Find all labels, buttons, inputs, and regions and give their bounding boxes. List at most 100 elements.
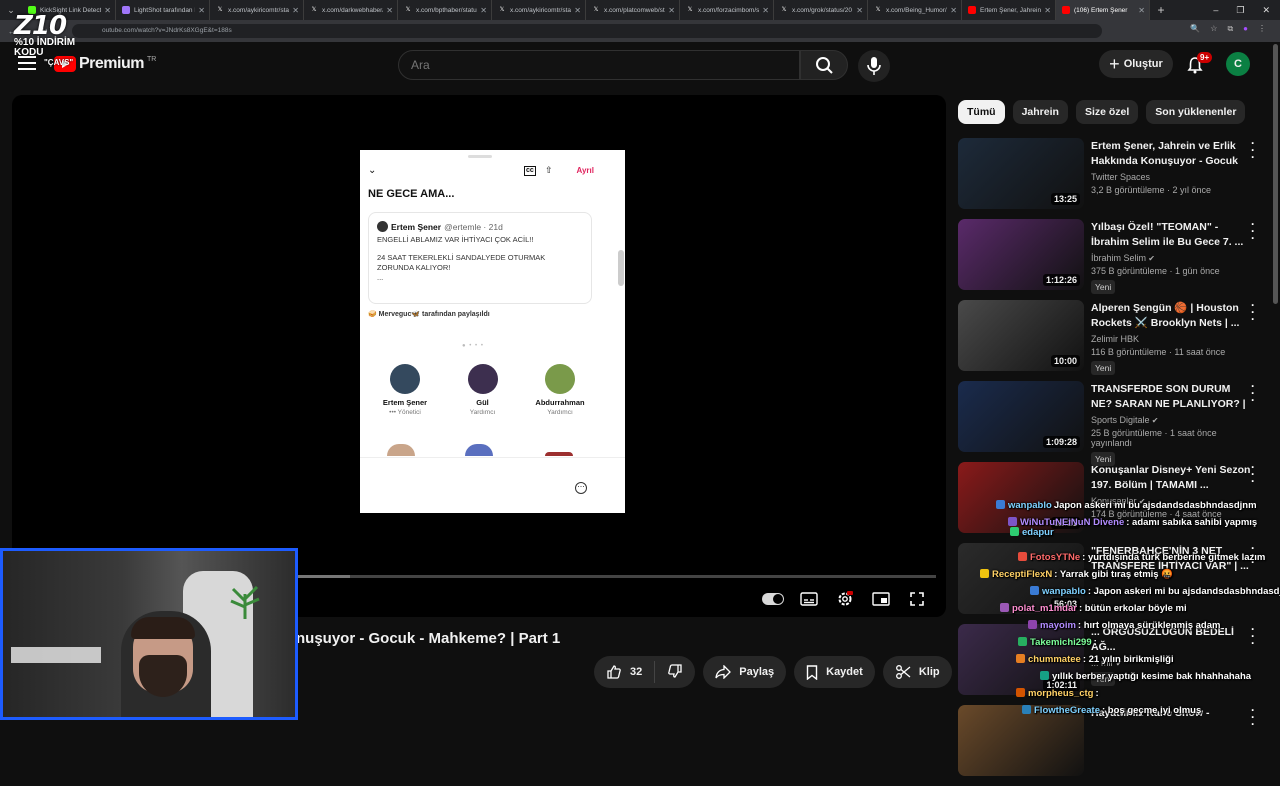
video-menu-icon[interactable]: · · · <box>1250 461 1256 487</box>
recommended-video[interactable]: 13:25 Ertem Şener, Jahrein ve Erlik Hakkı… <box>958 137 1268 219</box>
account-avatar[interactable]: C <box>1226 52 1250 76</box>
close-tab-icon[interactable]: ✕ <box>386 6 393 15</box>
video-menu-icon[interactable]: · · · <box>1250 137 1256 163</box>
share-icon <box>715 665 732 679</box>
close-tab-icon[interactable]: ✕ <box>762 6 769 15</box>
fullscreen-button[interactable] <box>906 590 928 608</box>
video-title[interactable]: Yılbaşı Özel! "TEOMAN" - İbrahim Selim i… <box>1091 220 1251 250</box>
maximize-icon[interactable]: ❐ <box>1236 5 1244 16</box>
video-menu-icon[interactable]: · · · <box>1250 299 1256 325</box>
browser-tab[interactable]: 𝕏x.com/platcomweb/sta ✕ <box>586 0 680 20</box>
speaker-avatar-partial <box>545 452 573 456</box>
video-thumbnail[interactable]: 10:00 <box>958 300 1084 371</box>
collapse-chevron-icon[interactable]: ⌄ <box>368 165 376 176</box>
close-tab-icon[interactable]: ✕ <box>104 6 111 15</box>
chat-message: mayoim: hırt olmaya sürüklenmiş adam <box>1028 620 1220 631</box>
video-title[interactable]: TRANSFERDE SON DURUM NE? SARAN NE PLANLI… <box>1091 382 1251 412</box>
video-thumbnail[interactable]: 13:25 <box>958 138 1084 209</box>
search-input[interactable] <box>411 58 771 72</box>
progress-bar[interactable] <box>296 575 936 578</box>
new-tab-icon[interactable]: + <box>1150 3 1172 17</box>
extensions-icon[interactable]: ⧉ <box>1227 24 1233 34</box>
video-thumbnail[interactable]: 1:12:26 <box>958 219 1084 290</box>
speaker[interactable]: Ertem Şener ••• Yönetici <box>370 364 440 416</box>
save-button[interactable]: Kaydet <box>794 656 875 688</box>
speaker[interactable]: Abdurrahman Yardımcı <box>525 364 595 416</box>
filter-chip[interactable]: Size özel <box>1075 100 1139 124</box>
close-tab-icon[interactable]: ✕ <box>950 6 957 15</box>
video-duration: 10:00 <box>1050 355 1080 367</box>
address-bar-row: ← → ↻ outube.com/watch?v=JNdrKs8XGgE&t=1… <box>0 20 1280 42</box>
create-button[interactable]: + Oluştur <box>1099 50 1173 78</box>
browser-tab[interactable]: 𝕏x.com/Being_Humor/s ✕ <box>868 0 962 20</box>
chat-username: wanpablo <box>1008 500 1052 511</box>
minimize-icon[interactable]: – <box>1213 5 1218 15</box>
video-title[interactable]: Alperen Şengün 🏀 | Houston Rockets ⚔️ Br… <box>1091 301 1251 331</box>
close-window-icon[interactable]: ✕ <box>1262 5 1270 16</box>
more-options-icon[interactable]: ⋯ <box>575 482 587 494</box>
chat-username: FlowtheGreate <box>1034 705 1100 716</box>
close-tab-icon[interactable]: ✕ <box>480 6 487 15</box>
filter-chip[interactable]: Jahrein <box>1012 100 1068 124</box>
tweet-author: Ertem Şener <box>391 221 442 232</box>
channel-name[interactable]: İbrahim Selim <box>1091 253 1146 263</box>
browser-tab[interactable]: LightShot tarafından E ✕ <box>116 0 210 20</box>
share-up-icon[interactable]: ⇧ <box>545 165 553 176</box>
leave-button[interactable]: Ayrıl <box>577 166 595 175</box>
like-count: 32 <box>630 666 643 678</box>
dislike-button[interactable] <box>667 663 683 682</box>
profile-icon[interactable]: ● <box>1243 24 1248 34</box>
settings-button[interactable] <box>834 590 856 608</box>
recommended-video[interactable]: 1:12:26 Yılbaşı Özel! "TEOMAN" - İbrahim … <box>958 218 1268 300</box>
speaker[interactable]: Gül Yardımcı <box>448 364 518 416</box>
video-title[interactable]: Ertem Şener, Jahrein ve Erlik Hakkında K… <box>1091 139 1251 169</box>
like-button[interactable]: 32 <box>606 664 642 680</box>
thumbs-up-icon <box>607 665 621 679</box>
browser-tab[interactable]: Ertem Şener, Jahrein v ✕ <box>962 0 1056 20</box>
close-tab-icon[interactable]: ✕ <box>292 6 299 15</box>
video-menu-icon[interactable]: · · · <box>1250 380 1256 406</box>
browser-tab[interactable]: 𝕏x.com/darkwebhaber/st ✕ <box>304 0 398 20</box>
filter-chip[interactable]: Tümü <box>958 100 1005 124</box>
bookmark-star-icon[interactable]: ☆ <box>1210 24 1217 34</box>
channel-name[interactable]: Zelimir HBK <box>1091 334 1139 344</box>
filter-chip[interactable]: Son yüklenenler <box>1146 100 1246 124</box>
search-button[interactable] <box>800 50 848 80</box>
video-meta: TRANSFERDE SON DURUM NE? SARAN NE PLANLI… <box>1091 382 1251 467</box>
video-menu-icon[interactable]: · · · <box>1250 218 1256 244</box>
browser-menu-icon[interactable]: ⋮ <box>1258 24 1266 34</box>
chat-badge-icon <box>1016 654 1025 663</box>
browser-tab[interactable]: 𝕏x.com/forzacimbom/s ✕ <box>680 0 774 20</box>
recommended-video[interactable]: 1:09:28 TRANSFERDE SON DURUM NE? SARAN NE… <box>958 380 1268 466</box>
close-tab-icon[interactable]: ✕ <box>1044 6 1051 15</box>
video-thumbnail[interactable]: 1:09:28 <box>958 381 1084 452</box>
page-scrollbar[interactable] <box>1273 44 1278 304</box>
recommended-video[interactable]: 10:00 Alperen Şengün 🏀 | Houston Rockets … <box>958 299 1268 381</box>
close-tab-icon[interactable]: ✕ <box>856 6 863 15</box>
pinned-tweet[interactable]: Ertem Şener @ertemle · 21d ENGELLİ ABLAM… <box>368 212 592 304</box>
subtitles-button[interactable] <box>798 590 820 608</box>
browser-tab[interactable]: 𝕏x.com/aykiricomtr/stat ✕ <box>210 0 304 20</box>
chat-message: chummatee: 21 yılın birikmişliği <box>1016 654 1174 665</box>
browser-tab[interactable]: 𝕏x.com/bpthaber/statu ✕ <box>398 0 492 20</box>
captions-icon[interactable]: cc <box>524 166 536 176</box>
zoom-icon[interactable]: 🔍 <box>1190 24 1200 34</box>
close-tab-icon[interactable]: ✕ <box>198 6 205 15</box>
drag-handle <box>468 155 492 158</box>
autoplay-toggle[interactable] <box>762 590 784 608</box>
close-tab-icon[interactable]: ✕ <box>1138 6 1145 15</box>
close-tab-icon[interactable]: ✕ <box>574 6 581 15</box>
video-title[interactable]: Konuşanlar Disney+ Yeni Sezon 197. Bölüm… <box>1091 463 1251 493</box>
channel-name[interactable]: Sports Digitale <box>1091 415 1150 425</box>
close-tab-icon[interactable]: ✕ <box>668 6 675 15</box>
voice-search-button[interactable] <box>858 50 890 82</box>
browser-tab[interactable]: 𝕏x.com/grok/status/20 ✕ <box>774 0 868 20</box>
share-button[interactable]: Paylaş <box>703 656 787 688</box>
clip-button[interactable]: Klip <box>882 656 952 688</box>
channel-name[interactable]: Twitter Spaces <box>1091 172 1150 182</box>
miniplayer-button[interactable] <box>870 590 892 608</box>
browser-tab[interactable]: 𝕏x.com/aykiricomtr/stat ✕ <box>492 0 586 20</box>
url-field[interactable]: outube.com/watch?v=JNdrKs8XGgE&t=188s <box>72 24 1102 38</box>
browser-tab[interactable]: (106) Ertem Şener ✕ <box>1056 0 1150 20</box>
gear-icon <box>838 591 853 606</box>
